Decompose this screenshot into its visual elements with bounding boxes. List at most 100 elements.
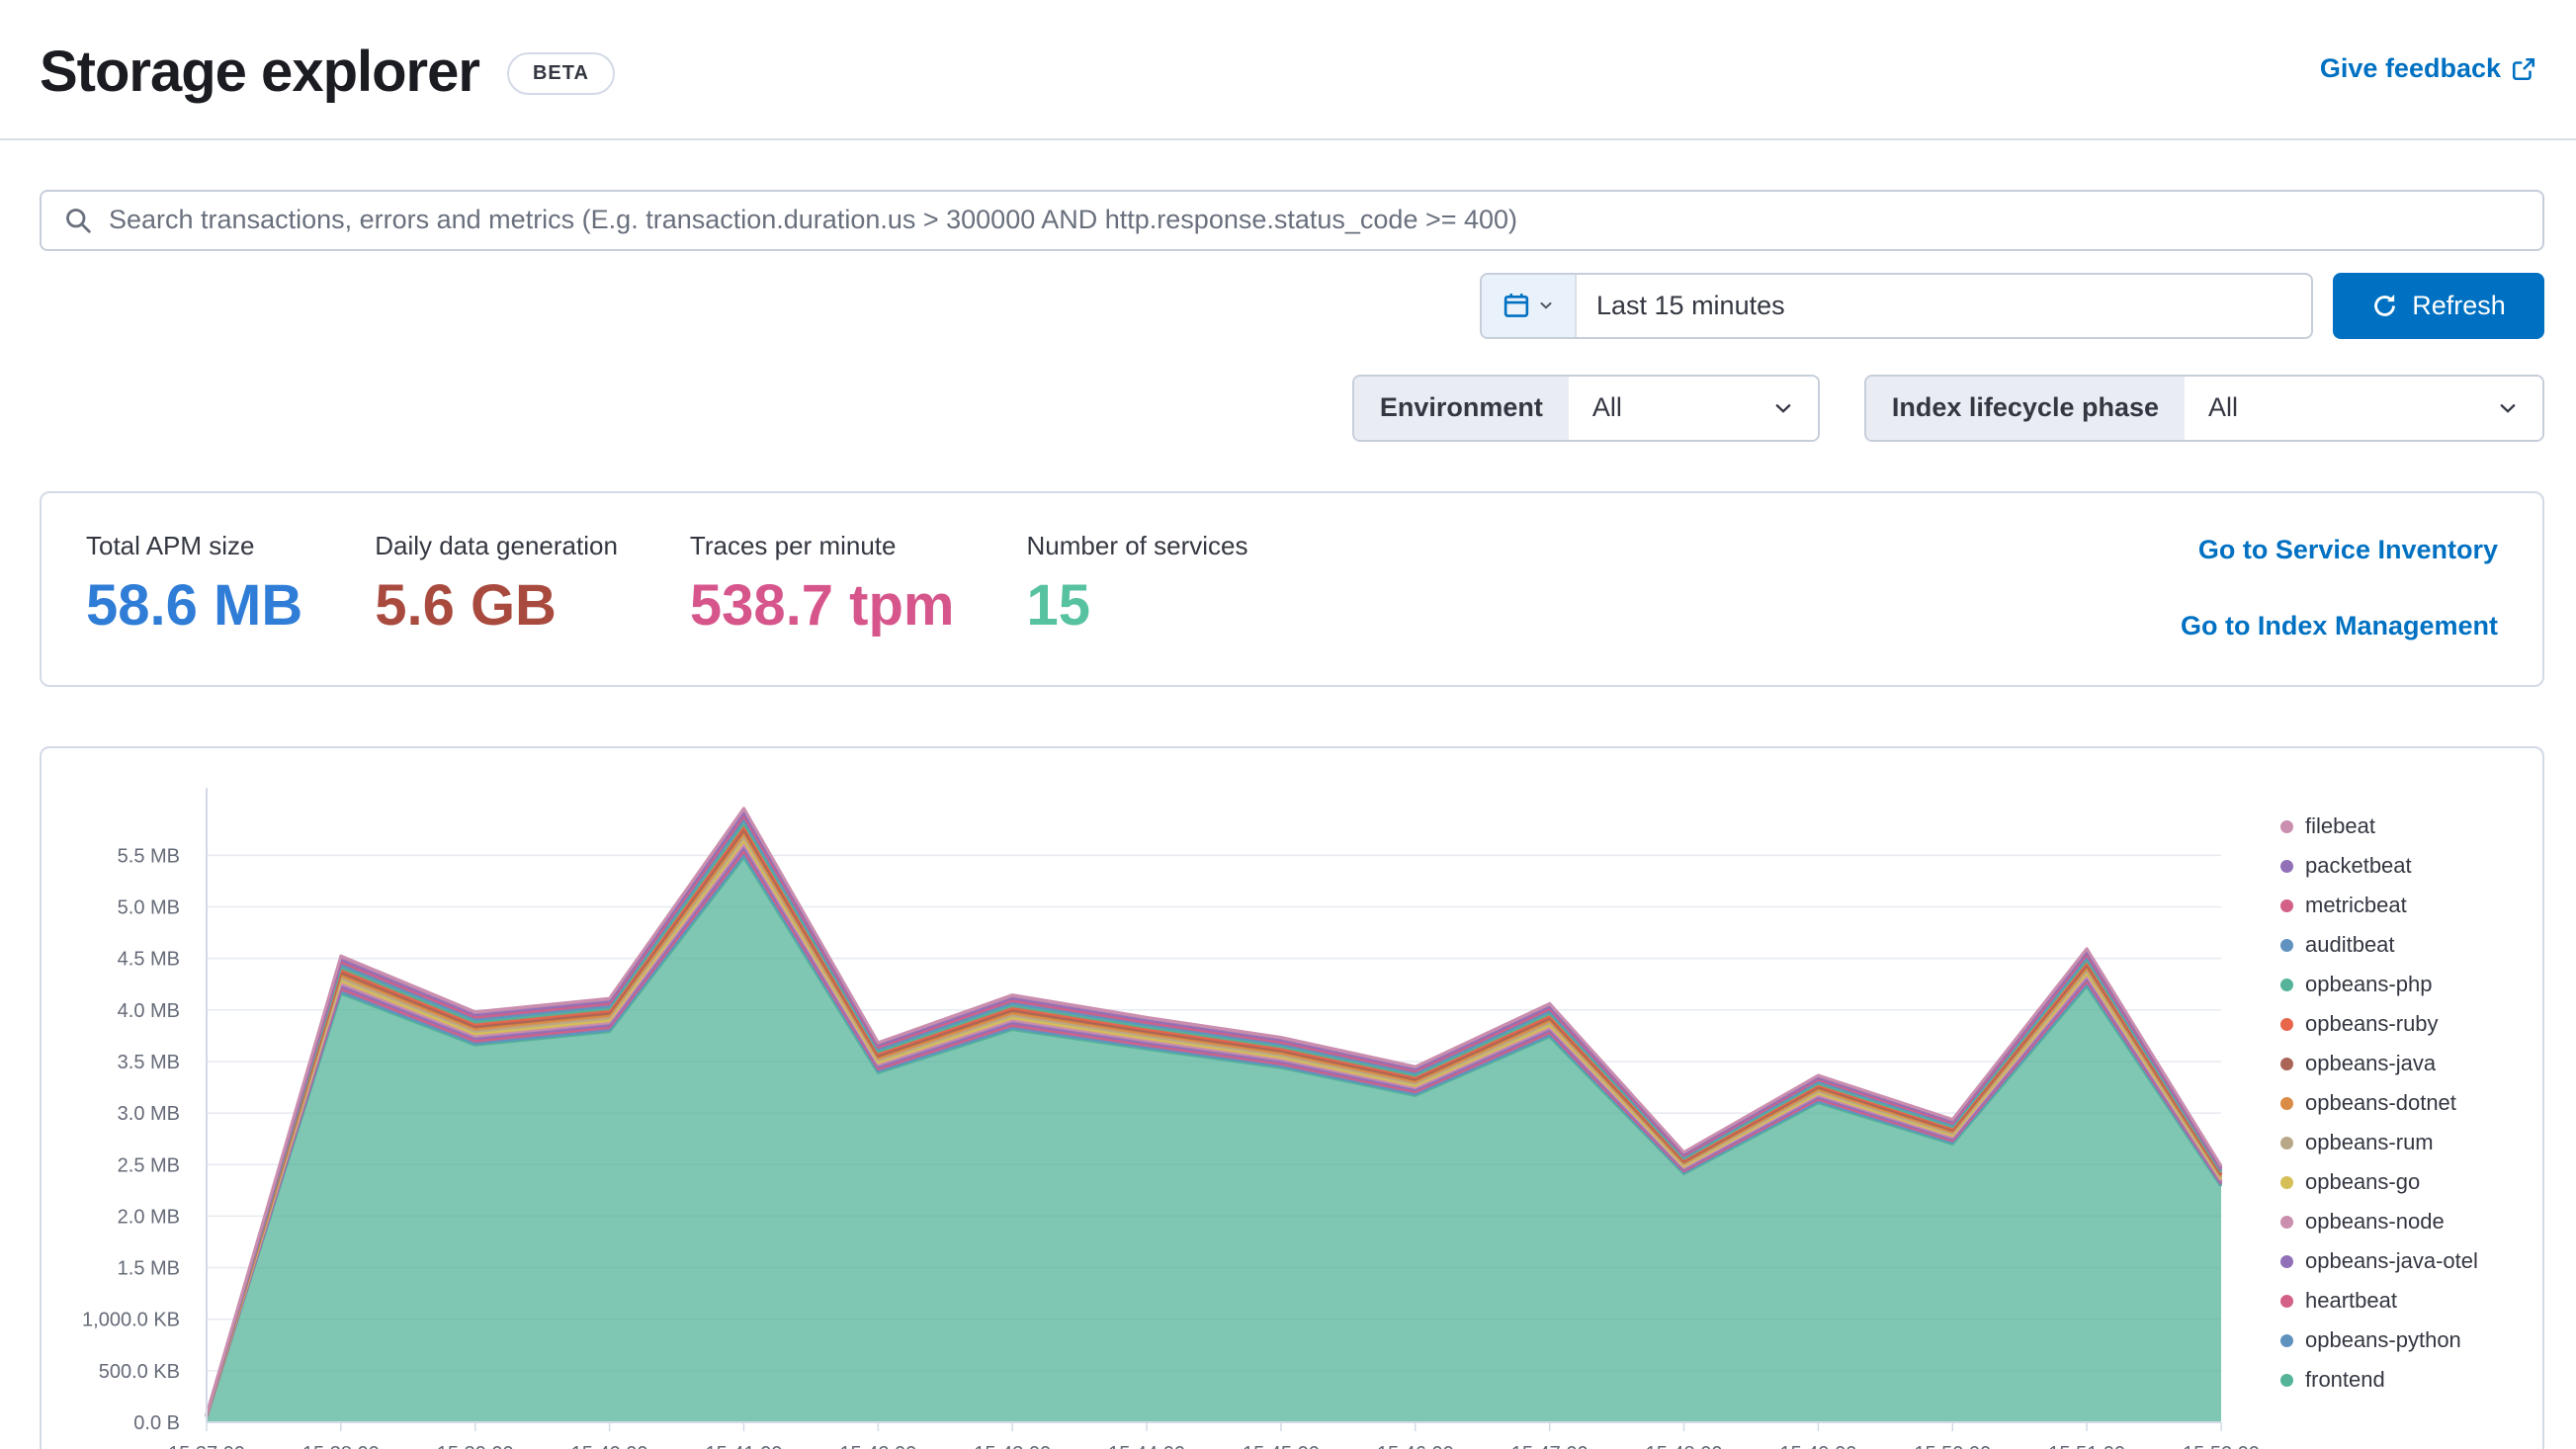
legend-item-heartbeat[interactable]: heartbeat bbox=[2280, 1288, 2478, 1314]
legend-color-dot bbox=[2280, 1136, 2293, 1150]
svg-text:1.5 MB: 1.5 MB bbox=[118, 1257, 180, 1279]
legend-label: opbeans-python bbox=[2305, 1327, 2461, 1353]
environment-filter-select[interactable]: All bbox=[1568, 376, 1818, 440]
svg-text:15:42:00: 15:42:00 bbox=[839, 1443, 916, 1449]
stat-traces-per-minute: Traces per minute 538.7 tpm bbox=[690, 531, 955, 641]
legend-label: auditbeat bbox=[2305, 932, 2395, 958]
give-feedback-link[interactable]: Give feedback bbox=[2320, 53, 2536, 84]
environment-filter-value: All bbox=[1591, 392, 1622, 423]
chevron-down-icon bbox=[2497, 397, 2519, 419]
stat-label: Daily data generation bbox=[375, 530, 618, 560]
svg-text:4.5 MB: 4.5 MB bbox=[118, 948, 180, 970]
svg-text:15:39:00: 15:39:00 bbox=[437, 1443, 514, 1449]
legend-item-packetbeat[interactable]: packetbeat bbox=[2280, 853, 2478, 879]
svg-text:15:48:00: 15:48:00 bbox=[1646, 1443, 1723, 1449]
legend-color-dot bbox=[2280, 1017, 2293, 1031]
svg-text:15:44:00: 15:44:00 bbox=[1108, 1443, 1185, 1449]
quick-select-button[interactable] bbox=[1482, 274, 1577, 337]
legend-color-dot bbox=[2280, 1057, 2293, 1070]
legend-item-opbeans-php[interactable]: opbeans-php bbox=[2280, 972, 2478, 996]
legend-color-dot bbox=[2280, 978, 2293, 991]
stat-value: 538.7 tpm bbox=[689, 572, 955, 638]
svg-text:15:43:00: 15:43:00 bbox=[974, 1443, 1051, 1449]
legend-label: metricbeat bbox=[2305, 893, 2407, 918]
stat-daily-data-generation: Daily data generation 5.6 GB bbox=[375, 531, 618, 641]
legend-color-dot bbox=[2280, 819, 2293, 833]
stat-value: 5.6 GB bbox=[375, 572, 557, 638]
svg-text:2.5 MB: 2.5 MB bbox=[118, 1154, 180, 1176]
title-wrap: Storage explorer BETA bbox=[40, 38, 615, 107]
svg-text:15:47:00: 15:47:00 bbox=[1511, 1443, 1589, 1449]
legend-label: opbeans-rum bbox=[2305, 1130, 2434, 1155]
legend-color-dot bbox=[2280, 898, 2293, 912]
environment-filter-group: Environment All bbox=[1351, 374, 1820, 442]
date-range-value[interactable]: Last 15 minutes bbox=[1577, 291, 1785, 321]
search-icon bbox=[63, 206, 93, 235]
legend-label: packetbeat bbox=[2305, 853, 2412, 879]
svg-text:15:52:00: 15:52:00 bbox=[2183, 1443, 2260, 1449]
index-lifecycle-filter-select[interactable]: All bbox=[2185, 376, 2542, 440]
legend-item-filebeat[interactable]: filebeat bbox=[2280, 813, 2478, 839]
legend-label: opbeans-node bbox=[2305, 1209, 2445, 1235]
search-input[interactable] bbox=[109, 205, 2521, 236]
feedback-link-label: Give feedback bbox=[2319, 53, 2501, 83]
search-box bbox=[40, 189, 2544, 251]
stat-total-apm-size: Total APM size 58.6 MB bbox=[86, 531, 302, 641]
svg-text:2.0 MB: 2.0 MB bbox=[118, 1206, 180, 1228]
legend-item-opbeans-node[interactable]: opbeans-node bbox=[2280, 1209, 2478, 1235]
beta-badge: BETA bbox=[506, 52, 615, 96]
refresh-button[interactable]: Refresh bbox=[2333, 272, 2544, 339]
legend-item-frontend[interactable]: frontend bbox=[2280, 1367, 2478, 1393]
legend-label: heartbeat bbox=[2305, 1288, 2397, 1314]
legend-item-opbeans-python[interactable]: opbeans-python bbox=[2280, 1327, 2478, 1353]
index-lifecycle-filter-label: Index lifecycle phase bbox=[1865, 376, 2185, 440]
page-title: Storage explorer bbox=[40, 40, 480, 104]
svg-text:3.5 MB: 3.5 MB bbox=[118, 1052, 180, 1073]
svg-text:5.5 MB: 5.5 MB bbox=[118, 845, 180, 867]
svg-text:15:45:00: 15:45:00 bbox=[1243, 1443, 1320, 1449]
date-picker-row: Last 15 minutes Refresh bbox=[0, 251, 2576, 339]
legend-color-dot bbox=[2280, 1333, 2293, 1347]
svg-text:15:46:00: 15:46:00 bbox=[1377, 1443, 1454, 1449]
stat-value: 58.6 MB bbox=[86, 572, 303, 638]
legend-item-opbeans-ruby[interactable]: opbeans-ruby bbox=[2280, 1011, 2478, 1036]
legend-color-dot bbox=[2280, 1175, 2293, 1189]
external-link-icon bbox=[2511, 56, 2536, 82]
go-to-service-inventory-link[interactable]: Go to Service Inventory bbox=[2198, 535, 2498, 565]
legend-item-metricbeat[interactable]: metricbeat bbox=[2280, 893, 2478, 918]
svg-text:3.0 MB: 3.0 MB bbox=[118, 1103, 180, 1125]
page-header: Storage explorer BETA Give feedback bbox=[0, 0, 2576, 107]
search-row bbox=[0, 140, 2576, 251]
legend-item-opbeans-java[interactable]: opbeans-java bbox=[2280, 1051, 2478, 1076]
legend-item-opbeans-go[interactable]: opbeans-go bbox=[2280, 1169, 2478, 1195]
refresh-icon bbox=[2371, 293, 2398, 319]
legend-color-dot bbox=[2280, 1373, 2293, 1387]
filters-row: Environment All Index lifecycle phase Al… bbox=[0, 339, 2576, 442]
legend-item-opbeans-dotnet[interactable]: opbeans-dotnet bbox=[2280, 1090, 2478, 1115]
legend-label: opbeans-go bbox=[2305, 1169, 2421, 1195]
legend-item-opbeans-java-otel[interactable]: opbeans-java-otel bbox=[2280, 1248, 2478, 1274]
index-lifecycle-filter-group: Index lifecycle phase All bbox=[1863, 374, 2544, 442]
svg-text:1,000.0 KB: 1,000.0 KB bbox=[82, 1309, 180, 1330]
storage-chart-panel: 5.5 MB 5.0 MB 4.5 MB 4.0 MB 3.5 MB 3.0 MB 2.5 … bbox=[40, 745, 2544, 1449]
svg-text:15:38:00: 15:38:00 bbox=[302, 1443, 380, 1449]
chart-legend: filebeat packetbeat metricbeat auditbeat opb… bbox=[2280, 813, 2478, 1393]
legend-item-opbeans-rum[interactable]: opbeans-rum bbox=[2280, 1130, 2478, 1155]
stat-label: Total APM size bbox=[86, 530, 255, 560]
legend-color-dot bbox=[2280, 1096, 2293, 1110]
go-to-index-management-link[interactable]: Go to Index Management bbox=[2181, 611, 2498, 641]
legend-label: opbeans-java-otel bbox=[2305, 1248, 2478, 1274]
refresh-button-label: Refresh bbox=[2412, 290, 2506, 320]
legend-label: frontend bbox=[2305, 1367, 2385, 1393]
legend-label: filebeat bbox=[2305, 813, 2375, 839]
legend-item-auditbeat[interactable]: auditbeat bbox=[2280, 932, 2478, 958]
environment-filter-label: Environment bbox=[1353, 376, 1569, 440]
svg-text:15:51:00: 15:51:00 bbox=[2048, 1443, 2125, 1449]
stat-label: Number of services bbox=[1026, 530, 1248, 560]
svg-text:4.0 MB: 4.0 MB bbox=[118, 999, 180, 1021]
storage-timeseries-chart[interactable]: 5.5 MB 5.0 MB 4.5 MB 4.0 MB 3.5 MB 3.0 MB 2.5 … bbox=[42, 748, 2543, 1449]
stat-number-of-services: Number of services 15 bbox=[1027, 531, 1248, 641]
legend-label: opbeans-java bbox=[2305, 1051, 2437, 1076]
svg-text:15:41:00: 15:41:00 bbox=[706, 1443, 783, 1449]
legend-color-dot bbox=[2280, 1294, 2293, 1308]
